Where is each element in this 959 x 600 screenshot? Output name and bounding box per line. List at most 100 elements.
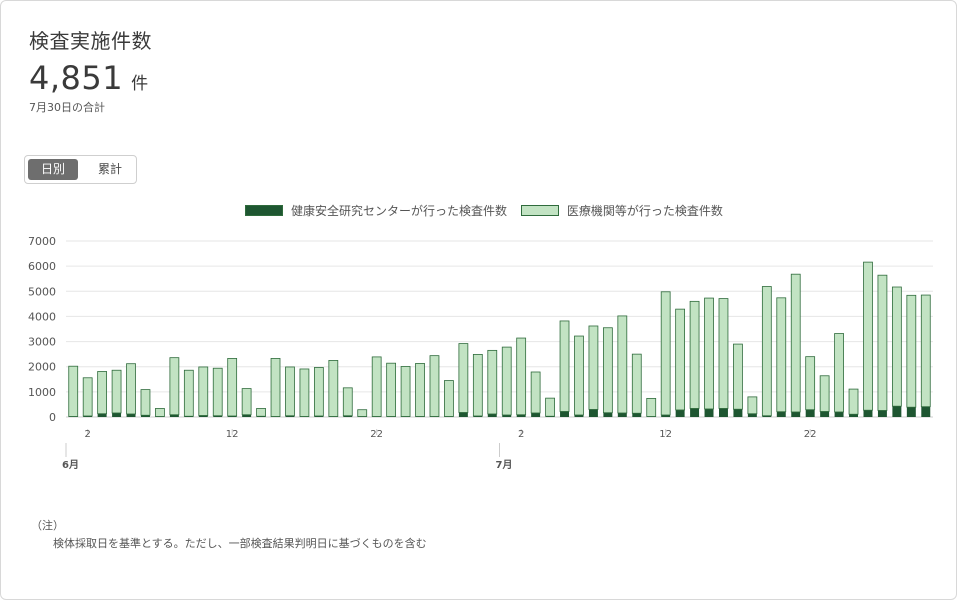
bar-medical-7/20 bbox=[776, 297, 787, 413]
bar-center-7/29 bbox=[906, 407, 916, 417]
bar-center-7/8 bbox=[603, 412, 613, 417]
bar-center-7/30 bbox=[921, 406, 931, 417]
bar-medical-6/20 bbox=[342, 387, 353, 417]
legend-label-center: 健康安全研究センターが行った検査件数 bbox=[291, 204, 508, 218]
y-tick-label: 0 bbox=[49, 411, 56, 424]
bar-medical-7/30 bbox=[920, 294, 931, 408]
y-tick-label: 2000 bbox=[28, 361, 56, 374]
bar-center-7/28 bbox=[892, 406, 902, 417]
total-unit: 件 bbox=[131, 74, 149, 94]
bar-medical-6/2 bbox=[82, 377, 93, 417]
daily-tests-bar-chart: 010002000300040005000600070002 12 22 2 12 226… bbox=[28, 235, 933, 471]
bar-center-7/17 bbox=[733, 409, 743, 417]
x-tick-label: 12 bbox=[226, 429, 239, 440]
cumulative-toggle-button[interactable]: 累計 bbox=[85, 159, 135, 180]
bar-center-7/20 bbox=[776, 411, 786, 417]
y-tick-label: 7000 bbox=[28, 235, 56, 248]
notes-heading: （注） bbox=[31, 519, 64, 532]
y-tick-label: 5000 bbox=[28, 285, 56, 298]
bar-center-7/5 bbox=[560, 411, 570, 417]
bar-medical-7/27 bbox=[877, 274, 888, 411]
bar-medical-6/24 bbox=[400, 366, 411, 417]
bar-center-6/4 bbox=[112, 412, 122, 417]
bar-medical-7/11 bbox=[646, 397, 657, 417]
bar-medical-7/12 bbox=[660, 291, 671, 416]
bar-medical-6/11 bbox=[212, 367, 223, 417]
x-tick-label: 22 bbox=[370, 429, 383, 440]
bar-center-7/9 bbox=[617, 412, 627, 417]
daily-toggle-button[interactable]: 日別 bbox=[28, 159, 78, 180]
legend-swatch-center bbox=[245, 205, 283, 216]
bar-medical-7/9 bbox=[617, 315, 628, 414]
y-tick-label: 4000 bbox=[28, 310, 56, 323]
chart-legend: 健康安全研究センターが行った検査件数 医療機関等が行った検査件数 bbox=[245, 202, 733, 219]
bar-medical-7/17 bbox=[733, 343, 743, 410]
bar-center-7/10 bbox=[632, 413, 642, 417]
bar-medical-7/6 bbox=[574, 335, 584, 416]
bar-center-6/30 bbox=[487, 413, 497, 417]
bar-medical-6/23 bbox=[386, 362, 397, 417]
bar-medical-6/9 bbox=[183, 369, 194, 417]
bar-medical-6/21 bbox=[357, 409, 368, 417]
bar-center-7/15 bbox=[704, 408, 714, 417]
bar-medical-6/26 bbox=[429, 355, 440, 417]
legend-item-medical[interactable]: 医療機関等が行った検査件数 bbox=[520, 202, 723, 219]
bar-medical-6/7 bbox=[155, 408, 165, 417]
bar-medical-6/22 bbox=[371, 356, 382, 417]
note-line-1: 検体採取日を基準とする。ただし、一部検査結果判明日に基づくものを含む bbox=[53, 537, 427, 550]
bar-center-7/26 bbox=[863, 410, 873, 417]
month-label: 6月 bbox=[62, 459, 79, 471]
bar-center-6/28 bbox=[458, 412, 468, 417]
bar-medical-6/1 bbox=[68, 365, 79, 417]
bar-medical-7/18 bbox=[747, 396, 758, 415]
bar-medical-7/7 bbox=[588, 325, 599, 410]
bar-medical-6/16 bbox=[285, 366, 295, 417]
card-title: 検査実施件数 bbox=[29, 29, 152, 53]
bar-medical-6/17 bbox=[299, 368, 310, 417]
legend-item-center[interactable]: 健康安全研究センターが行った検査件数 bbox=[245, 202, 507, 219]
legend-swatch-medical bbox=[520, 205, 559, 216]
bar-medical-6/8 bbox=[169, 357, 180, 416]
bar-medical-7/25 bbox=[848, 388, 859, 415]
bar-center-7/7 bbox=[588, 409, 598, 417]
bar-center-7/14 bbox=[690, 408, 700, 417]
bar-medical-7/4 bbox=[545, 397, 555, 417]
bar-medical-7/10 bbox=[631, 353, 642, 414]
bar-medical-7/16 bbox=[718, 298, 729, 409]
legend-label-medical: 医療機関等が行った検査件数 bbox=[566, 204, 723, 218]
bar-medical-7/24 bbox=[834, 333, 844, 413]
bar-center-7/13 bbox=[675, 409, 685, 417]
month-label: 7月 bbox=[496, 459, 513, 471]
bar-medical-7/15 bbox=[704, 297, 714, 410]
bar-medical-6/19 bbox=[328, 360, 339, 417]
bar-center-7/23 bbox=[820, 411, 830, 417]
total-caption: 7月30日の合計 bbox=[29, 101, 105, 114]
bar-center-7/21 bbox=[791, 411, 801, 417]
bar-medical-7/23 bbox=[819, 375, 830, 412]
bar-center-6/3 bbox=[97, 413, 107, 417]
bar-medical-7/14 bbox=[689, 300, 700, 409]
y-tick-label: 1000 bbox=[28, 386, 56, 399]
bar-medical-7/28 bbox=[891, 286, 902, 407]
bar-medical-6/5 bbox=[126, 363, 136, 415]
bar-medical-6/27 bbox=[444, 380, 454, 417]
bar-medical-6/12 bbox=[227, 358, 238, 417]
bar-medical-7/3 bbox=[530, 371, 541, 414]
bar-medical-7/8 bbox=[602, 327, 613, 414]
bar-medical-7/19 bbox=[761, 286, 772, 417]
x-tick-label: 22 bbox=[804, 429, 817, 440]
bar-medical-7/1 bbox=[501, 346, 512, 416]
total-summary: 4,851 件 bbox=[29, 59, 148, 97]
bar-medical-7/22 bbox=[805, 356, 816, 411]
bar-center-7/3 bbox=[531, 412, 541, 417]
x-tick-label: 2 bbox=[518, 429, 524, 440]
x-tick-label: 12 bbox=[659, 429, 672, 440]
bar-medical-6/13 bbox=[241, 388, 252, 416]
bar-center-7/16 bbox=[718, 408, 728, 417]
bar-medical-7/26 bbox=[863, 261, 873, 411]
bar-center-7/27 bbox=[877, 410, 887, 417]
bar-center-7/25 bbox=[849, 414, 859, 417]
bar-medical-6/18 bbox=[313, 367, 324, 417]
bar-center-6/5 bbox=[126, 413, 136, 417]
bar-medical-7/13 bbox=[675, 308, 686, 411]
